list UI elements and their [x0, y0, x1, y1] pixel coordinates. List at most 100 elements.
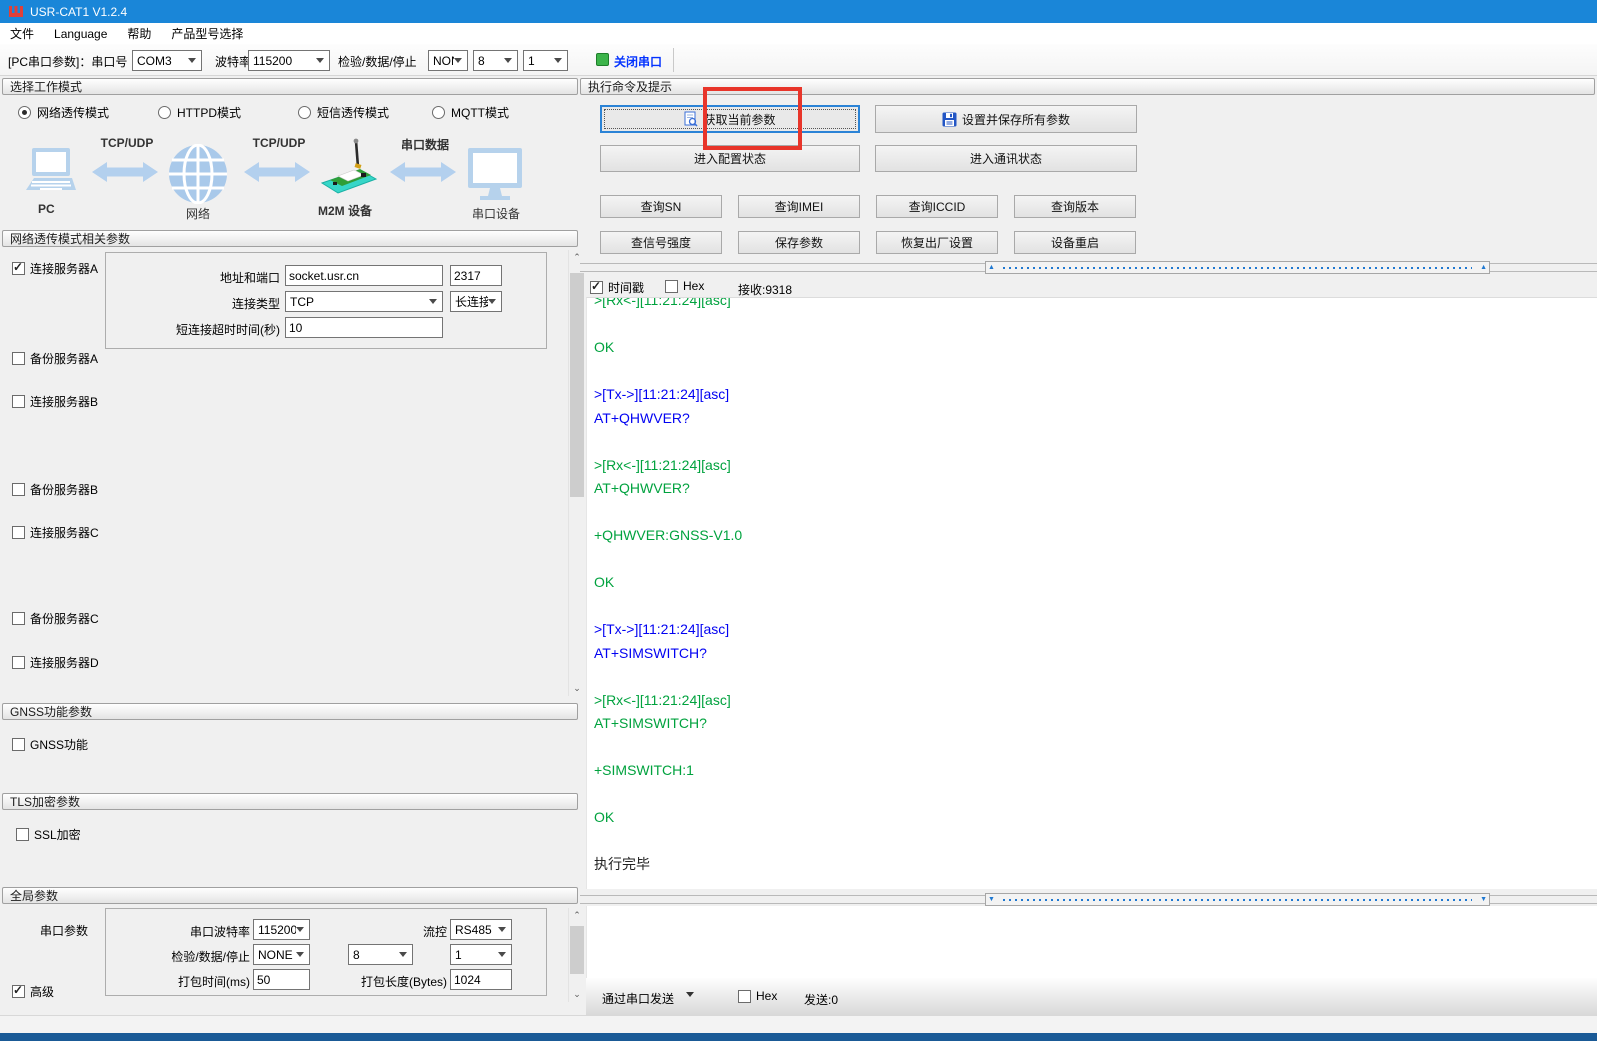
title-bar: USR-CAT1 V1.2.4	[0, 0, 1597, 23]
serial-toolbar: [PC串口参数]：串口号 COM3 波特率 115200 检验/数据/停止 NO…	[0, 44, 1597, 76]
scrollbar-thumb[interactable]	[570, 926, 584, 974]
g-databits-select[interactable]: 8	[348, 944, 413, 965]
flow-select[interactable]: RS485	[450, 919, 512, 940]
checkbox-ssl[interactable]: SSL加密	[16, 826, 81, 843]
stopbits-select[interactable]: 1	[523, 50, 568, 71]
checkbox-advanced[interactable]: 高级	[12, 983, 54, 1000]
checkbox-backup-server-a[interactable]: 备份服务器A	[12, 350, 98, 367]
log-lines: >[Rx<-][11:21:24][asc] OK >[Tx->][11:21:…	[587, 297, 1597, 877]
floppy-save-icon	[942, 112, 957, 127]
tls-header: TLS加密参数	[2, 793, 578, 810]
left-panel-scrollbar[interactable]: ⌃ ⌄	[568, 250, 585, 696]
set-save-all-params-button[interactable]: 设置并保存所有参数	[875, 105, 1137, 133]
menu-help[interactable]: 帮助	[117, 25, 161, 42]
log-line	[587, 313, 1597, 337]
chevron-down-icon	[454, 58, 463, 63]
conn-type-select[interactable]: TCP	[285, 291, 443, 312]
menu-file[interactable]: 文件	[0, 25, 44, 42]
query-version-button[interactable]: 查询版本	[1014, 195, 1136, 218]
flow-label: 流控	[387, 923, 447, 940]
device-restart-button[interactable]: 设备重启	[1014, 231, 1136, 254]
app-window: USR-CAT1 V1.2.4 文件 Language 帮助 产品型号选择 [P…	[0, 0, 1597, 1041]
arrow-left-right-icon	[92, 160, 158, 184]
checkbox-timestamp[interactable]: 时间戳	[590, 279, 644, 296]
scrollbar-thumb[interactable]	[570, 273, 584, 497]
pc-serial-label: [PC串口参数]：串口号	[8, 53, 127, 70]
chevron-down-icon	[498, 952, 507, 957]
send-splitter-handle[interactable]: ▼ ▼	[985, 893, 1490, 906]
query-signal-button[interactable]: 查信号强度	[600, 231, 722, 254]
port-open-status-icon	[596, 53, 609, 66]
dropdown-arrow-icon[interactable]	[686, 992, 694, 997]
scroll-down-icon[interactable]: ⌄	[569, 681, 585, 696]
packtime-input[interactable]	[253, 969, 310, 990]
checkbox-gnss[interactable]: GNSS功能	[12, 736, 88, 753]
log-line: >[Tx->][11:21:24][asc]	[587, 618, 1597, 642]
pc-laptop-icon	[20, 146, 78, 196]
query-sn-button[interactable]: 查询SN	[600, 195, 722, 218]
bottom-accent-bar	[0, 1033, 1597, 1041]
radio-httpd-mode[interactable]: HTTPD模式	[158, 104, 241, 121]
enter-comm-state-button[interactable]: 进入通讯状态	[875, 145, 1137, 172]
baud-select[interactable]: 115200	[248, 50, 330, 71]
server-port-input[interactable]	[450, 265, 502, 286]
keepalive-select[interactable]: 长连接	[450, 291, 502, 312]
scroll-up-icon[interactable]: ⌃	[569, 908, 585, 923]
get-current-params-button[interactable]: 获取当前参数	[600, 105, 860, 133]
radio-sms-mode[interactable]: 短信透传模式	[298, 104, 389, 121]
checkbox-send-hex[interactable]: Hex	[738, 989, 777, 1003]
g-baud-select[interactable]: 115200	[253, 919, 310, 940]
log-line: AT+SIMSWITCH?	[587, 712, 1597, 736]
network-globe-icon	[168, 144, 228, 204]
checkbox-server-a[interactable]: 连接服务器A	[12, 260, 98, 277]
factory-reset-button[interactable]: 恢复出厂设置	[876, 231, 998, 254]
radio-net-transparent-mode[interactable]: 网络透传模式	[18, 104, 109, 121]
app-logo-icon	[8, 4, 24, 19]
checkbox-backup-server-b[interactable]: 备份服务器B	[12, 481, 98, 498]
databits-select[interactable]: 8	[473, 50, 518, 71]
radio-mqtt-mode[interactable]: MQTT模式	[432, 104, 509, 121]
packlen-input[interactable]	[450, 969, 512, 990]
receive-log[interactable]: >[Rx<-][11:21:24][asc] OK >[Tx->][11:21:…	[586, 297, 1597, 889]
enter-config-state-button[interactable]: 进入配置状态	[600, 145, 860, 172]
scroll-down-icon[interactable]: ⌄	[569, 987, 585, 1002]
save-params-button[interactable]: 保存参数	[738, 231, 860, 254]
arrow-left-right-icon	[244, 160, 310, 184]
log-line	[587, 595, 1597, 619]
chevron-down-icon	[296, 927, 305, 932]
checkbox-server-b[interactable]: 连接服务器B	[12, 393, 98, 410]
checkbox-backup-server-c[interactable]: 备份服务器C	[12, 610, 99, 627]
checkbox-server-d[interactable]: 连接服务器D	[12, 654, 99, 671]
short-timeout-label: 短连接超时时间(秒)	[110, 321, 280, 338]
parity-select[interactable]: NONI	[428, 50, 468, 71]
sent-counter: 发送:0	[804, 991, 838, 1008]
server-addr-input[interactable]	[285, 265, 443, 286]
com-port-select[interactable]: COM3	[132, 50, 202, 71]
g-baud-label: 串口波特率	[140, 923, 250, 940]
close-port-button[interactable]: 关闭串口	[614, 53, 662, 70]
log-line	[587, 665, 1597, 689]
work-mode-header: 选择工作模式	[2, 78, 578, 95]
log-splitter-handle[interactable]: ▲ ▲	[985, 261, 1490, 274]
g-stopbits-select[interactable]: 1	[450, 944, 512, 965]
log-line: OK	[587, 336, 1597, 360]
chevron-down-icon	[504, 58, 513, 63]
menu-language[interactable]: Language	[44, 27, 117, 41]
checkbox-recv-hex[interactable]: Hex	[665, 279, 704, 293]
global-scrollbar[interactable]: ⌃ ⌄	[568, 908, 585, 1002]
query-imei-button[interactable]: 查询IMEI	[738, 195, 860, 218]
toolbar-separator	[673, 48, 674, 72]
send-via-serial-button[interactable]: 通过串口发送	[602, 990, 674, 1007]
checkbox-server-c[interactable]: 连接服务器C	[12, 524, 99, 541]
diagram-pc-caption: PC	[38, 202, 55, 216]
log-line: >[Tx->][11:21:24][asc]	[587, 383, 1597, 407]
menu-product-model[interactable]: 产品型号选择	[161, 25, 253, 42]
query-iccid-button[interactable]: 查询ICCID	[876, 195, 998, 218]
send-input-area[interactable]	[586, 906, 1597, 978]
diagram-link1-label: TCP/UDP	[96, 136, 158, 150]
g-parity-select[interactable]: NONE	[253, 944, 310, 965]
serial-device-monitor-icon	[464, 146, 526, 204]
log-line: +SIMSWITCH:1	[587, 759, 1597, 783]
short-timeout-input[interactable]	[285, 317, 443, 338]
diagram-link3-label: 串口数据	[394, 136, 456, 153]
